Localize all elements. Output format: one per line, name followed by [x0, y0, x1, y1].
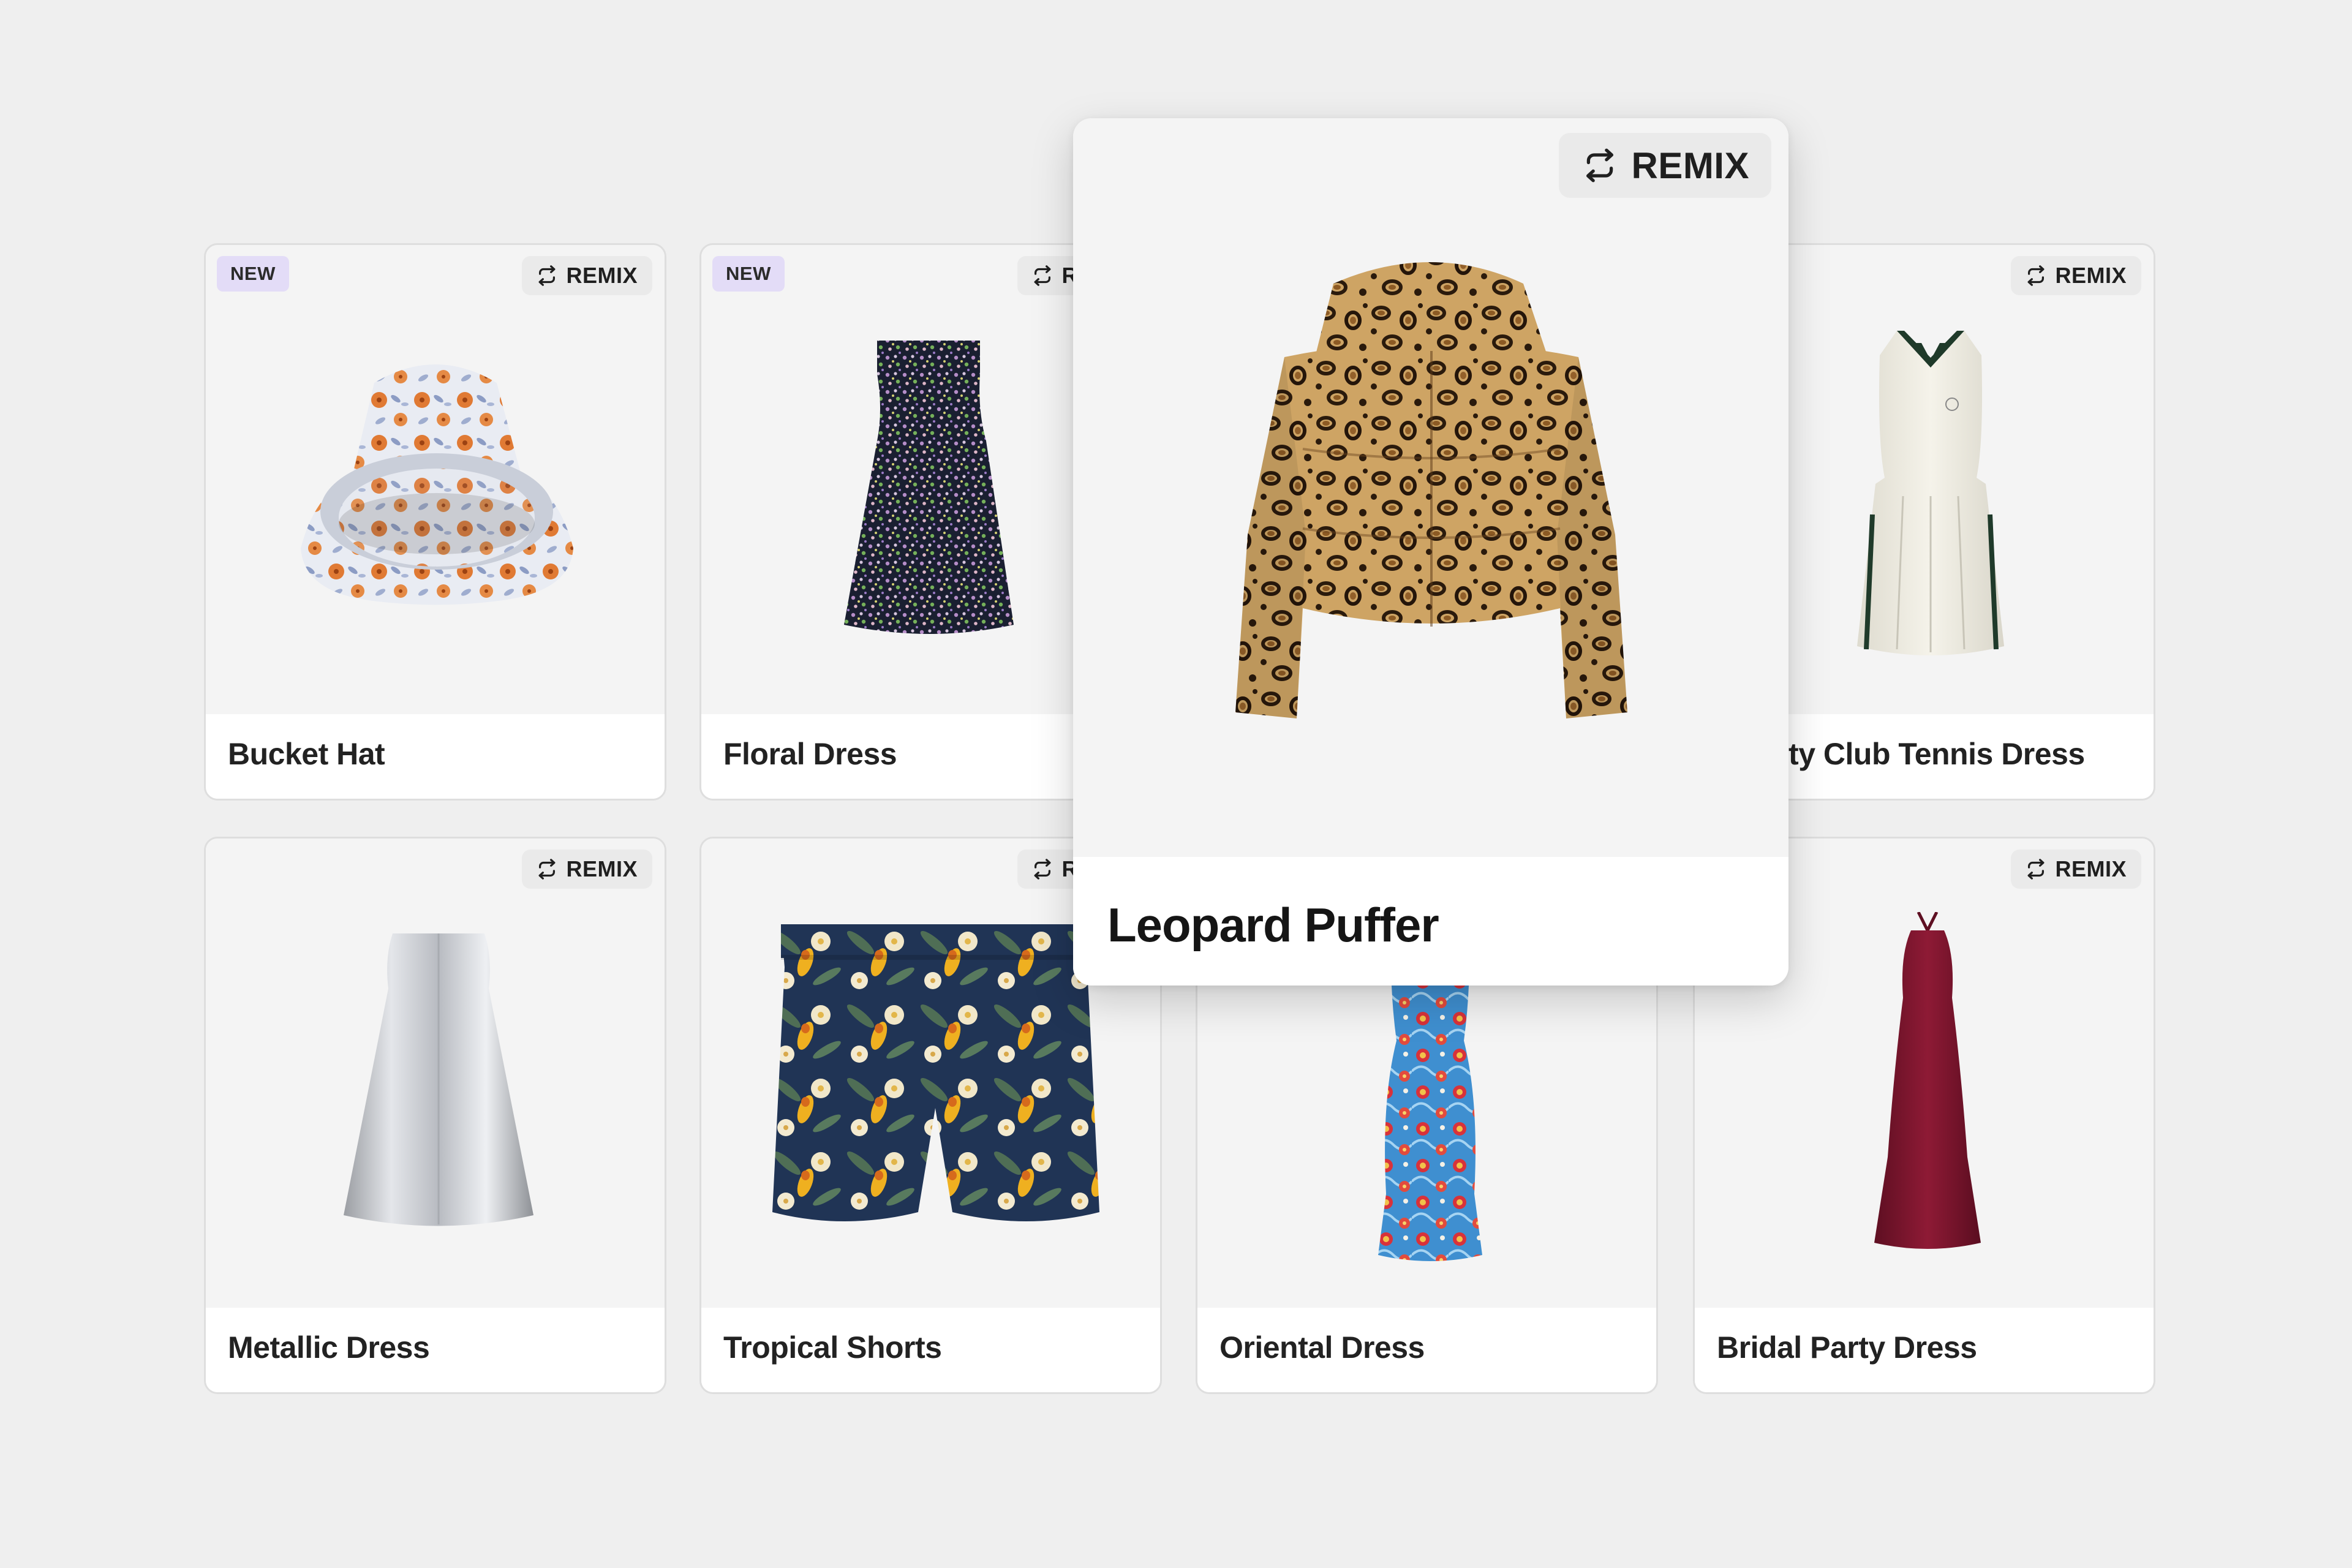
- metallic-dress-image: [344, 933, 533, 1226]
- bridal-party-dress-image: [1874, 912, 1981, 1249]
- new-badge: NEW: [712, 256, 785, 292]
- product-image-area: [1073, 118, 1789, 857]
- remix-label: REMIX: [1631, 145, 1749, 186]
- remix-icon: [2024, 264, 2048, 287]
- featured-product-card-leopard-puffer[interactable]: REMIX Leopard Puffer: [1073, 118, 1789, 986]
- product-label-area: Bucket Hat: [206, 714, 665, 799]
- product-label-area: Oriental Dress: [1197, 1308, 1656, 1392]
- product-title: Leopard Puffer: [1107, 898, 1439, 952]
- tennis-dress-image: [1857, 331, 2004, 655]
- remix-label: REMIX: [2055, 263, 2127, 288]
- remix-button[interactable]: REMIX: [522, 850, 652, 889]
- product-label-area: Metallic Dress: [206, 1308, 665, 1392]
- remix-label: REMIX: [2055, 856, 2127, 881]
- remix-icon: [535, 858, 559, 881]
- bucket-hat-image: [301, 364, 573, 605]
- product-title: Bridal Party Dress: [1717, 1330, 1977, 1365]
- remix-button[interactable]: REMIX: [1559, 133, 1771, 198]
- product-card-metallic-dress[interactable]: REMIX Metallic Dress: [204, 837, 666, 1394]
- product-title: Metallic Dress: [228, 1330, 430, 1365]
- product-title: Bucket Hat: [228, 737, 385, 771]
- product-label-area: Bridal Party Dress: [1695, 1308, 2154, 1392]
- product-image-area: [206, 839, 665, 1311]
- new-badge: NEW: [217, 256, 289, 292]
- product-label-area: Leopard Puffer: [1073, 857, 1789, 986]
- tropical-shorts-image: [772, 924, 1099, 1221]
- product-card-bucket-hat[interactable]: NEW REMIX Bucket Hat: [204, 243, 666, 801]
- product-label-area: Tropical Shorts: [701, 1308, 1160, 1392]
- remix-icon: [1031, 264, 1054, 287]
- product-title: Tropical Shorts: [723, 1330, 942, 1365]
- remix-button[interactable]: REMIX: [522, 256, 652, 295]
- remix-button[interactable]: REMIX: [2011, 256, 2141, 295]
- leopard-puffer-image: [1235, 262, 1627, 718]
- product-title: Oriental Dress: [1219, 1330, 1425, 1365]
- product-title: Floral Dress: [723, 737, 897, 771]
- remix-label: REMIX: [566, 263, 638, 288]
- product-image-area: [206, 245, 665, 718]
- remix-label: REMIX: [566, 856, 638, 881]
- remix-icon: [1031, 858, 1054, 881]
- remix-icon: [535, 264, 559, 287]
- remix-button[interactable]: REMIX: [2011, 850, 2141, 889]
- remix-icon: [1581, 146, 1619, 184]
- remix-icon: [2024, 858, 2048, 881]
- floral-dress-image: [844, 341, 1014, 634]
